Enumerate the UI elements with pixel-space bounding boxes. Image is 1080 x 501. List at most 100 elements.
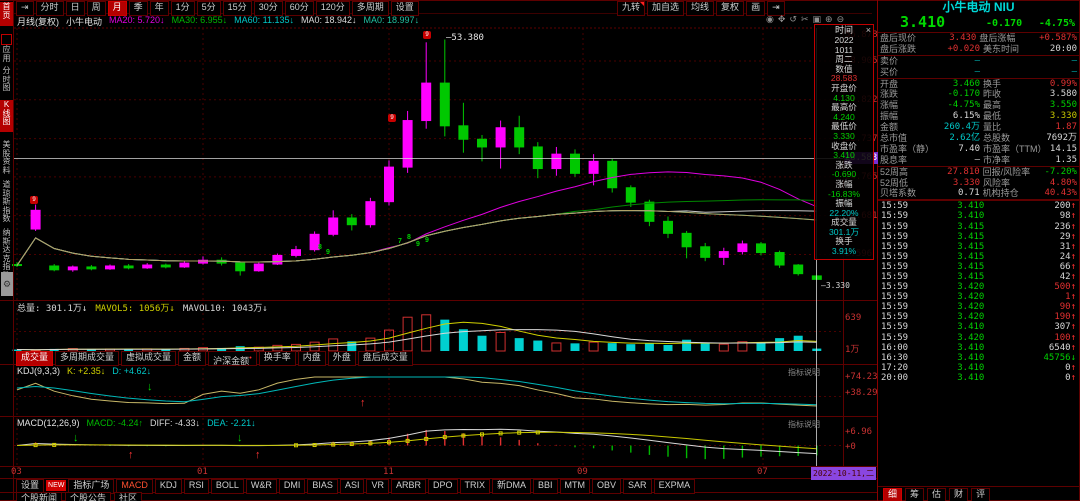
trade-volume: 0 <box>1021 363 1071 373</box>
sidebar-gear-button[interactable]: ⚙ <box>1 272 13 296</box>
indicator-tab-ASI[interactable]: ASI <box>340 479 365 494</box>
indicator-tab-TRIX[interactable]: TRIX <box>460 479 491 494</box>
indicator-tab-W&R[interactable]: W&R <box>246 479 277 494</box>
news-tab-社区[interactable]: 社区 <box>114 492 142 501</box>
indicator-tab-BBI[interactable]: BBI <box>533 479 558 494</box>
indicator-tab-ARBR[interactable]: ARBR <box>391 479 426 494</box>
trade-row[interactable]: 15:593.41566↑ <box>878 262 1079 272</box>
period-tab-多周期[interactable]: 多周期 <box>352 1 389 16</box>
vol-tab-成交量[interactable]: 成交量 <box>16 351 53 366</box>
period-tab-30分[interactable]: 30分 <box>254 1 283 16</box>
trade-direction-arrow: ↑ <box>1071 252 1076 262</box>
sidebar-item-应用[interactable]: 应用 <box>0 32 13 63</box>
vol-tab-内盘[interactable]: 内盘 <box>298 351 326 366</box>
vol-tab-金额[interactable]: 金额 <box>178 351 206 366</box>
quote-label: 开盘 <box>880 79 938 90</box>
buy-signal-arrow: ↑ <box>255 450 261 461</box>
trade-time: 15:59 <box>881 292 921 302</box>
trade-row[interactable]: 20:003.4100↑ <box>878 373 1079 383</box>
toolbar-button-画[interactable]: 画 <box>746 1 765 16</box>
macd-axis-label: +6.96 <box>845 427 872 437</box>
period-tab-设置[interactable]: 设置 <box>391 1 419 16</box>
toolbar-button-九转[interactable]: 九转 <box>617 1 645 16</box>
indicator-tab-DMI[interactable]: DMI <box>279 479 306 494</box>
mini-tab-估[interactable]: 估 <box>927 488 946 501</box>
trade-time: 15:59 <box>881 312 921 322</box>
toolbar-button-均线[interactable]: 均线 <box>686 1 714 16</box>
trade-row[interactable]: 15:593.415236↑ <box>878 222 1079 232</box>
trade-row[interactable]: 15:593.410200↑ <box>878 201 1079 211</box>
period-tab-周[interactable]: 周 <box>87 1 106 16</box>
sidebar-item-分时图[interactable]: 分时图 <box>0 66 13 96</box>
indicator-tab-EXPMA[interactable]: EXPMA <box>654 479 696 494</box>
vol-tab-虚拟成交量[interactable]: 虚拟成交量 <box>121 351 176 366</box>
trade-row[interactable]: 15:593.4201↑ <box>878 292 1079 302</box>
indicator-tab-OBV[interactable]: OBV <box>592 479 621 494</box>
trade-direction-arrow: ↑ <box>1071 373 1076 383</box>
sidebar-item-K线图[interactable]: K线图 <box>0 100 13 132</box>
period-tab-60分[interactable]: 60分 <box>285 1 314 16</box>
trade-time: 16:00 <box>881 343 921 353</box>
vol-tab-换手率[interactable]: 换手率 <box>259 351 296 366</box>
trade-row[interactable]: 15:593.420500↑ <box>878 282 1079 292</box>
mini-tab-筹[interactable]: 筹 <box>905 488 924 501</box>
news-tab-个股新闻[interactable]: 个股新闻 <box>16 492 62 501</box>
sidebar-item-道琼斯指数[interactable]: 道琼斯指数 <box>0 180 13 226</box>
indicator-tab-VR[interactable]: VR <box>366 479 389 494</box>
period-tab-年[interactable]: 年 <box>150 1 169 16</box>
sidebar-item-美股资料[interactable]: 美股资料 <box>0 140 13 176</box>
trade-row[interactable]: 16:003.4106540↑ <box>878 343 1079 353</box>
indicator-tab-新DMA[interactable]: 新DMA <box>492 479 531 494</box>
vol-tab-外盘[interactable]: 外盘 <box>328 351 356 366</box>
period-tab-日[interactable]: 日 <box>66 1 85 16</box>
mini-tab-评[interactable]: 评 <box>971 488 990 501</box>
trade-row[interactable]: 15:593.41542↑ <box>878 272 1079 282</box>
indicator-tab-DPO[interactable]: DPO <box>428 479 458 494</box>
quote-label: 股息率 <box>880 155 938 166</box>
indicator-tab-RSI[interactable]: RSI <box>184 479 209 494</box>
close-icon[interactable]: × <box>866 25 871 36</box>
vol-tab-盘后成交量[interactable]: 盘后成交量 <box>358 351 413 366</box>
toolbar-button-加自选[interactable]: 加自选 <box>647 1 684 16</box>
indicator-tab-MTM[interactable]: MTM <box>560 479 591 494</box>
period-tab-季[interactable]: 季 <box>129 1 148 16</box>
trade-row[interactable]: 15:593.420190↑ <box>878 312 1079 322</box>
kdj-note[interactable]: 指标说明 <box>788 367 820 378</box>
quote-value: -0.170 <box>938 89 980 100</box>
trade-row[interactable]: 15:593.41098↑ <box>878 211 1079 221</box>
indicator-tab-BIAS[interactable]: BIAS <box>307 479 338 494</box>
quote-label: 涨幅 <box>880 100 938 111</box>
period-tab-120分[interactable]: 120分 <box>316 1 350 16</box>
trade-row[interactable]: 16:303.41045756↓ <box>878 353 1079 363</box>
trade-row[interactable]: 15:593.420100↑ <box>878 333 1079 343</box>
tool-icon-3[interactable]: ✂ <box>801 14 809 25</box>
tool-icon-0[interactable]: ◉ <box>766 14 774 25</box>
period-tab-月[interactable]: 月 <box>108 1 127 16</box>
trade-row[interactable]: 15:593.42090↑ <box>878 302 1079 312</box>
period-tab-分时[interactable]: 分时 <box>36 1 64 16</box>
tool-icon-2[interactable]: ↺ <box>789 14 797 25</box>
trade-row[interactable]: 15:593.41529↑ <box>878 232 1079 242</box>
mini-tab-细[interactable]: 细 <box>883 488 902 501</box>
indicator-tab-KDJ[interactable]: KDJ <box>155 479 182 494</box>
jump-icon[interactable]: ⇥ <box>16 1 34 16</box>
trade-row[interactable]: 15:593.41531↑ <box>878 242 1079 252</box>
vol-tab-沪深金额[interactable]: 沪深金额• <box>208 351 257 366</box>
period-tab-1分[interactable]: 1分 <box>171 1 195 16</box>
tool-icon-1[interactable]: ✥ <box>778 14 786 25</box>
nine-turn-count: 9 <box>416 241 420 248</box>
trade-volume: 500 <box>1021 282 1071 292</box>
macd-note[interactable]: 指标说明 <box>788 419 820 430</box>
toolbar-button-复权[interactable]: 复权 <box>716 1 744 16</box>
trade-row[interactable]: 15:593.41524↑ <box>878 252 1079 262</box>
indicator-tab-BOLL[interactable]: BOLL <box>211 479 244 494</box>
news-tab-个股公告[interactable]: 个股公告 <box>65 492 111 501</box>
mini-tab-财[interactable]: 财 <box>949 488 968 501</box>
indicator-tab-SAR[interactable]: SAR <box>623 479 652 494</box>
period-tab-5分[interactable]: 5分 <box>197 1 221 16</box>
sidebar-item-首页[interactable]: 首页 <box>0 2 13 26</box>
trade-row[interactable]: 15:593.410307↑ <box>878 322 1079 332</box>
trade-row[interactable]: 17:203.4100↑ <box>878 363 1079 373</box>
vol-tab-多周期成交量[interactable]: 多周期成交量 <box>55 351 119 366</box>
period-tab-15分[interactable]: 15分 <box>223 1 252 16</box>
